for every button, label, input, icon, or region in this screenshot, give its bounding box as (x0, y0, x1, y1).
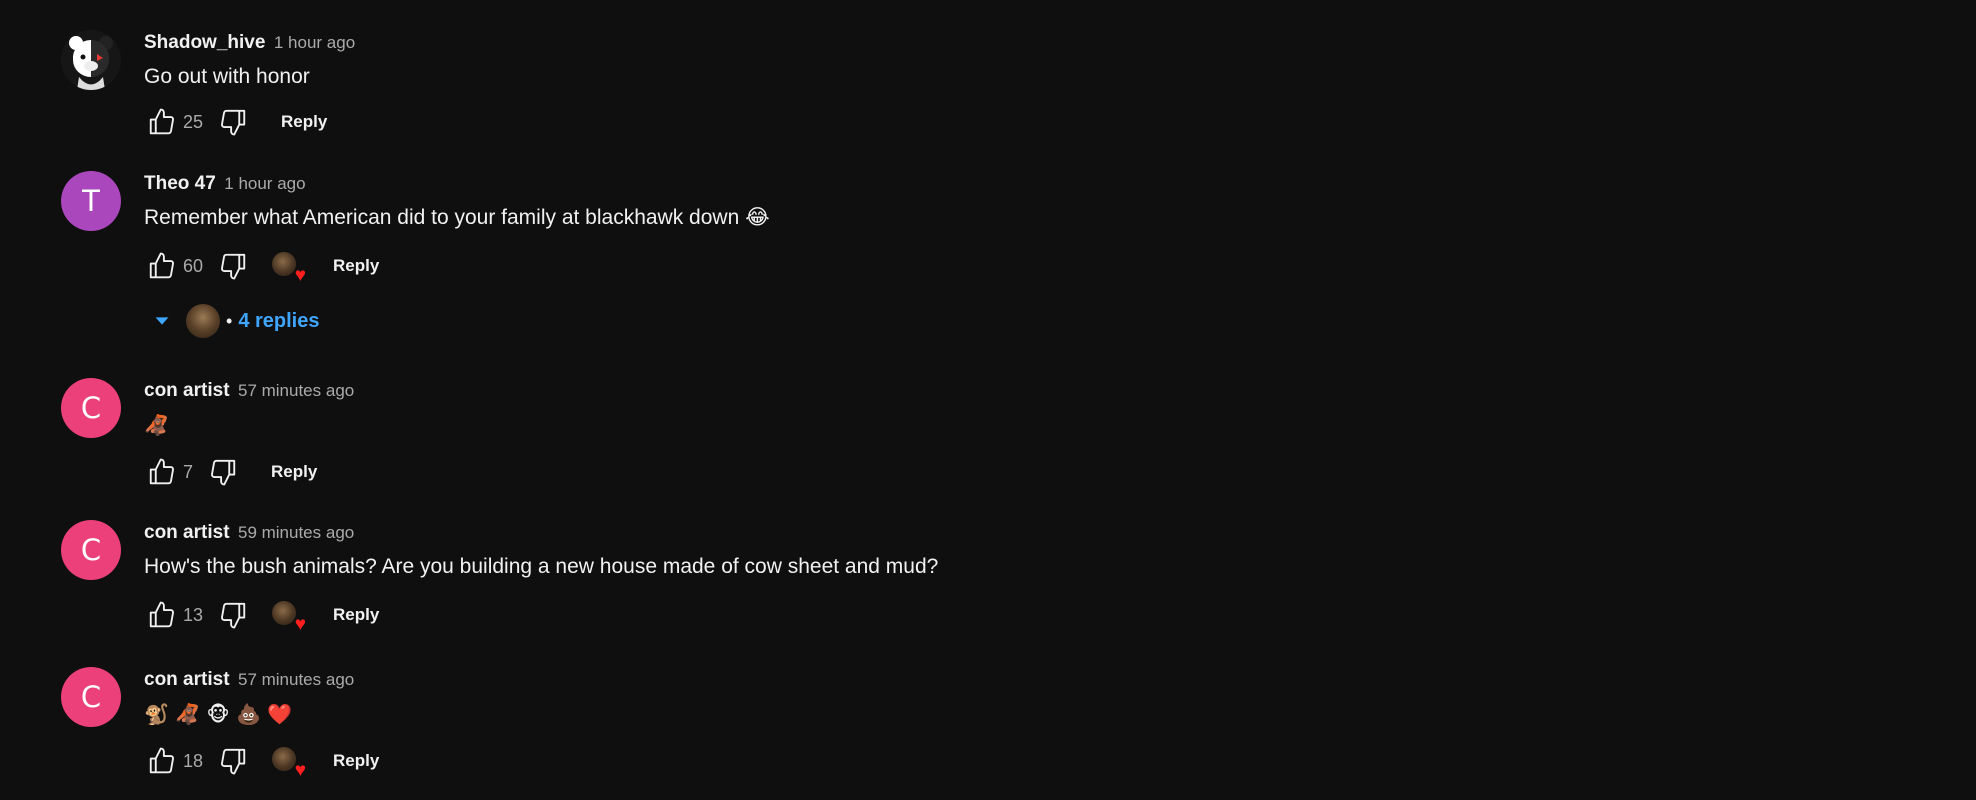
thumbs-up-icon (149, 601, 174, 628)
comment-actions: 13 ♥ Reply (144, 597, 379, 635)
comment-actions: 7 Reply (144, 454, 317, 490)
comment-header: con artist 59 minutes ago (144, 520, 938, 546)
reply-button[interactable]: Reply (271, 462, 317, 482)
comment-time[interactable]: 1 hour ago (274, 33, 355, 52)
comment-author[interactable]: con artist (144, 380, 230, 401)
dislike-button[interactable] (205, 454, 241, 490)
comment-actions: 25 Reply (144, 104, 327, 140)
reply-button[interactable]: Reply (333, 751, 379, 771)
comment-header: con artist 57 minutes ago (144, 667, 354, 693)
heart-icon: ♥ (294, 760, 307, 781)
replies-count-link[interactable]: 4 replies (238, 310, 319, 333)
thumbs-down-icon (221, 109, 246, 136)
like-button[interactable] (144, 743, 180, 779)
comment-text: 🐒 🦧 🐵 💩 ❤️ (144, 702, 293, 726)
thumbs-down-icon (221, 253, 246, 280)
comment-header: Theo 47 1 hour ago (144, 171, 770, 197)
view-replies-button[interactable]: • 4 replies (144, 303, 319, 339)
comment-time[interactable]: 59 minutes ago (238, 523, 354, 542)
comment-header: Shadow_hive 1 hour ago (144, 30, 355, 56)
comment-actions: 18 ♥ Reply (144, 743, 379, 781)
avatar-letter: C (80, 391, 102, 425)
separator-dot: • (226, 310, 233, 331)
like-button[interactable] (144, 597, 180, 633)
thumbs-down-icon (221, 602, 246, 629)
dislike-button[interactable] (215, 248, 251, 284)
thumbs-up-icon (149, 747, 174, 774)
comment-body: con artist 57 minutes ago 🦧 7 Reply (144, 378, 354, 486)
comment-author[interactable]: con artist (144, 522, 230, 543)
comment-time[interactable]: 57 minutes ago (238, 381, 354, 400)
thumbs-up-icon (149, 458, 174, 485)
avatar[interactable]: C (61, 520, 121, 580)
avatar[interactable] (61, 30, 121, 90)
avatar-letter: C (80, 533, 102, 567)
comment-text: How's the bush animals? Are you building… (144, 555, 939, 578)
like-count: 18 (183, 750, 204, 771)
dislike-button[interactable] (215, 597, 251, 633)
comment-body: con artist 57 minutes ago 🐒 🦧 🐵 💩 ❤️ 18 … (144, 667, 379, 780)
comment-time[interactable]: 57 minutes ago (238, 670, 354, 689)
creator-avatar (272, 252, 297, 276)
thumbs-up-icon (149, 108, 174, 135)
caret-down-icon (144, 303, 180, 339)
comment-author[interactable]: Shadow_hive (144, 32, 265, 53)
avatar-letter: T (82, 184, 100, 218)
reply-button[interactable]: Reply (333, 256, 379, 276)
comment-header: con artist 57 minutes ago (144, 378, 354, 404)
thumbs-down-icon (211, 459, 236, 486)
thumbs-down-icon (221, 748, 246, 775)
replier-avatar (186, 304, 220, 338)
like-button[interactable] (144, 454, 180, 490)
like-button[interactable] (144, 104, 180, 140)
like-button[interactable] (144, 248, 180, 284)
comment-text: Go out with honor (144, 65, 310, 88)
reply-button[interactable]: Reply (281, 112, 327, 132)
comment-text: Remember what American did to your famil… (144, 206, 770, 229)
monokuma-bear-icon (61, 30, 121, 90)
like-count: 25 (183, 111, 204, 132)
comment-author[interactable]: con artist (144, 669, 230, 690)
dislike-button[interactable] (215, 743, 251, 779)
comment-body: con artist 59 minutes ago How's the bush… (144, 520, 939, 634)
creator-heart-badge: ♥ (269, 744, 307, 781)
creator-heart-badge: ♥ (269, 249, 307, 286)
comment-body: Theo 47 1 hour ago Remember what America… (144, 171, 770, 338)
like-count: 13 (183, 604, 204, 625)
comment-time[interactable]: 1 hour ago (224, 174, 305, 193)
heart-icon: ♥ (294, 265, 307, 286)
avatar[interactable]: C (61, 378, 121, 438)
comment-body: Shadow_hive 1 hour ago Go out with honor… (144, 30, 355, 136)
like-count: 60 (183, 255, 204, 276)
heart-icon: ♥ (294, 614, 307, 635)
creator-heart-badge: ♥ (269, 598, 307, 635)
avatar[interactable]: C (61, 667, 121, 727)
comment-text: 🦧 (144, 413, 169, 437)
reply-button[interactable]: Reply (333, 605, 379, 625)
creator-avatar (272, 601, 297, 625)
dislike-button[interactable] (215, 104, 251, 140)
creator-avatar (272, 747, 297, 771)
like-count: 7 (183, 461, 194, 482)
thumbs-up-icon (149, 252, 174, 279)
avatar-letter: C (80, 680, 102, 714)
comment-author[interactable]: Theo 47 (144, 173, 216, 194)
comment-actions: 60 ♥ Reply (144, 248, 379, 286)
avatar[interactable]: T (61, 171, 121, 231)
